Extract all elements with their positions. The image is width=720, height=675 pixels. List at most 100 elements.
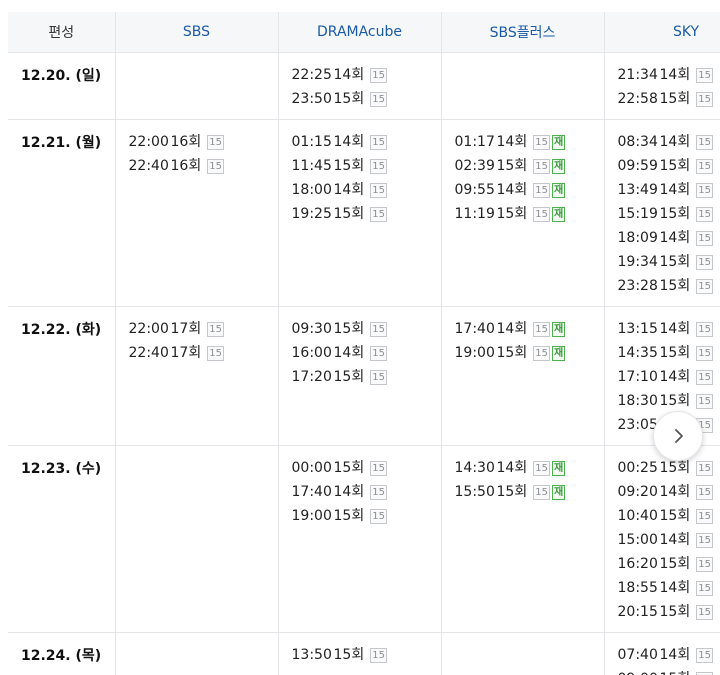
airing-time: 22:58	[617, 91, 658, 107]
rating-15-badge: 15	[533, 135, 550, 150]
broadcast-schedule-table: 편성 SBS DRAMAcube SBS플러스 SKY 12.20. (일) 22…	[8, 12, 720, 675]
rating-15-badge: 15	[696, 581, 713, 596]
airing-item[interactable]: 16:20 15회 15	[618, 552, 720, 576]
episode-number: 14회	[659, 67, 691, 83]
airing-item[interactable]: 22:40 16회 15	[129, 154, 278, 178]
airing-item[interactable]: 16:00 14회 15	[292, 341, 441, 365]
airing-item[interactable]: 22:58 15회 15	[618, 87, 720, 111]
airing-item[interactable]: 17:10 14회 15	[618, 365, 720, 389]
row-date: 12.23. (수)	[8, 445, 116, 633]
airing-item[interactable]: 23:28 15회 15	[618, 274, 720, 298]
airing-time: 16:00	[291, 345, 332, 361]
rating-15-badge: 15	[370, 322, 387, 337]
airing-item[interactable]: 00:00 15회 15	[292, 456, 441, 480]
airing-item[interactable]: 18:55 14회 15	[618, 576, 720, 600]
airing-item[interactable]: 17:40 14회 15	[292, 480, 441, 504]
airing-item[interactable]: 20:15 15회 15	[618, 600, 720, 624]
airing-item[interactable]: 09:55 14회 15 재	[455, 178, 604, 202]
episode-number: 14회	[496, 182, 528, 198]
rerun-badge: 재	[551, 461, 566, 476]
airing-item[interactable]: 19:25 15회 15	[292, 202, 441, 226]
episode-number: 14회	[333, 182, 365, 198]
airing-item[interactable]: 23:50 15회 15	[292, 87, 441, 111]
airing-item[interactable]: 19:00 15회 15	[292, 504, 441, 528]
airing-item[interactable]: 10:40 15회 15	[618, 504, 720, 528]
rating-15-badge: 15	[696, 346, 713, 361]
episode-number: 15회	[496, 345, 528, 361]
airing-item[interactable]: 07:40 14회 15	[618, 643, 720, 667]
airing-item[interactable]: 18:30 15회 15	[618, 389, 720, 413]
airing-item[interactable]: 14:30 14회 15 재	[455, 456, 604, 480]
airing-time: 23:28	[617, 278, 658, 294]
schedule-cell-dramacube: 00:00 15회 15 17:40 14회 15 19:00 15회 15	[278, 445, 442, 633]
rating-15-badge: 15	[370, 207, 387, 222]
airing-item[interactable]: 13:15 14회 15	[618, 317, 720, 341]
airing-item[interactable]: 15:50 15회 15 재	[455, 480, 604, 504]
rating-15-badge: 15	[696, 394, 713, 409]
airing-item[interactable]: 17:40 14회 15 재	[455, 317, 604, 341]
episode-number: 15회	[333, 158, 365, 174]
airing-time: 11:45	[291, 158, 332, 174]
airing-item[interactable]: 15:19 15회 15	[618, 202, 720, 226]
airing-item[interactable]: 19:34 15회 15	[618, 250, 720, 274]
airing-item[interactable]: 09:20 14회 15	[618, 480, 720, 504]
airing-item[interactable]: 18:00 14회 15	[292, 178, 441, 202]
rerun-badge: 재	[551, 485, 566, 500]
header-channel-sky: SKY	[604, 12, 720, 53]
airing-item[interactable]: 21:34 14회 15	[618, 63, 720, 87]
airing-item[interactable]: 11:19 15회 15 재	[455, 202, 604, 226]
airing-time: 22:40	[128, 158, 169, 174]
schedule-body: 12.20. (일) 22:25 14회 15 23:50 15회 15 21:34 14회 15…	[8, 52, 720, 675]
rating-15-badge: 15	[696, 92, 713, 107]
rating-15-badge: 15	[696, 279, 713, 294]
rating-15-badge: 15	[696, 557, 713, 572]
airing-time: 01:15	[291, 134, 332, 150]
airing-item[interactable]: 01:17 14회 15 재	[455, 130, 604, 154]
episode-number: 14회	[333, 134, 365, 150]
rating-15-badge: 15	[696, 485, 713, 500]
rating-15-badge: 15	[207, 159, 224, 174]
airing-item[interactable]: 01:15 14회 15	[292, 130, 441, 154]
airing-item[interactable]: 13:49 14회 15	[618, 178, 720, 202]
airing-item[interactable]: 18:09 14회 15	[618, 226, 720, 250]
airing-time: 13:49	[617, 182, 658, 198]
schedule-row: 12.20. (일) 22:25 14회 15 23:50 15회 15 21:34 14회 15…	[8, 52, 720, 120]
airing-item[interactable]: 09:59 15회 15	[618, 154, 720, 178]
episode-number: 14회	[496, 134, 528, 150]
airing-time: 13:50	[291, 647, 332, 663]
airing-item[interactable]: 17:20 15회 15	[292, 365, 441, 389]
airing-item[interactable]: 22:25 14회 15	[292, 63, 441, 87]
airing-item[interactable]: 15:00 14회 15	[618, 528, 720, 552]
episode-number: 14회	[333, 484, 365, 500]
airing-time: 09:30	[291, 321, 332, 337]
episode-number: 15회	[333, 369, 365, 385]
episode-number: 15회	[496, 484, 528, 500]
airing-item[interactable]: 11:45 15회 15	[292, 154, 441, 178]
airing-time: 00:00	[291, 460, 332, 476]
rating-15-badge: 15	[696, 461, 713, 476]
episode-number: 15회	[659, 345, 691, 361]
airing-item[interactable]: 19:00 15회 15 재	[455, 341, 604, 365]
schedule-row: 12.23. (수) 00:00 15회 15 17:40 14회 15 19:00 15회 15…	[8, 445, 720, 633]
airing-item[interactable]: 22:40 17회 15	[129, 341, 278, 365]
episode-number: 15회	[659, 278, 691, 294]
airing-item[interactable]: 22:00 17회 15	[129, 317, 278, 341]
episode-number: 15회	[659, 604, 691, 620]
airing-item[interactable]: 09:0015회15	[618, 667, 720, 675]
airing-item[interactable]: 14:35 15회 15	[618, 341, 720, 365]
airing-item[interactable]: 22:00 16회 15	[129, 130, 278, 154]
airing-item[interactable]: 09:30 15회 15	[292, 317, 441, 341]
airing-item[interactable]: 02:39 15회 15 재	[455, 154, 604, 178]
rating-15-badge: 15	[533, 183, 550, 198]
episode-number: 15회	[333, 460, 365, 476]
schedule-viewport: 편성 SBS DRAMAcube SBS플러스 SKY 12.20. (일) 22…	[0, 0, 720, 675]
schedule-cell-sky: 00:25 15회 15 09:20 14회 15 10:40 15회 15 15:00 14회 15…	[604, 445, 720, 633]
airing-item[interactable]: 08:34 14회 15	[618, 130, 720, 154]
row-date: 12.20. (일)	[8, 52, 116, 120]
episode-number: 14회	[496, 460, 528, 476]
next-page-button[interactable]	[653, 411, 703, 461]
episode-number: 14회	[659, 182, 691, 198]
rating-15-badge: 15	[533, 322, 550, 337]
airing-item[interactable]: 13:50 15회 15	[292, 643, 441, 667]
airing-time: 09:55	[454, 182, 495, 198]
